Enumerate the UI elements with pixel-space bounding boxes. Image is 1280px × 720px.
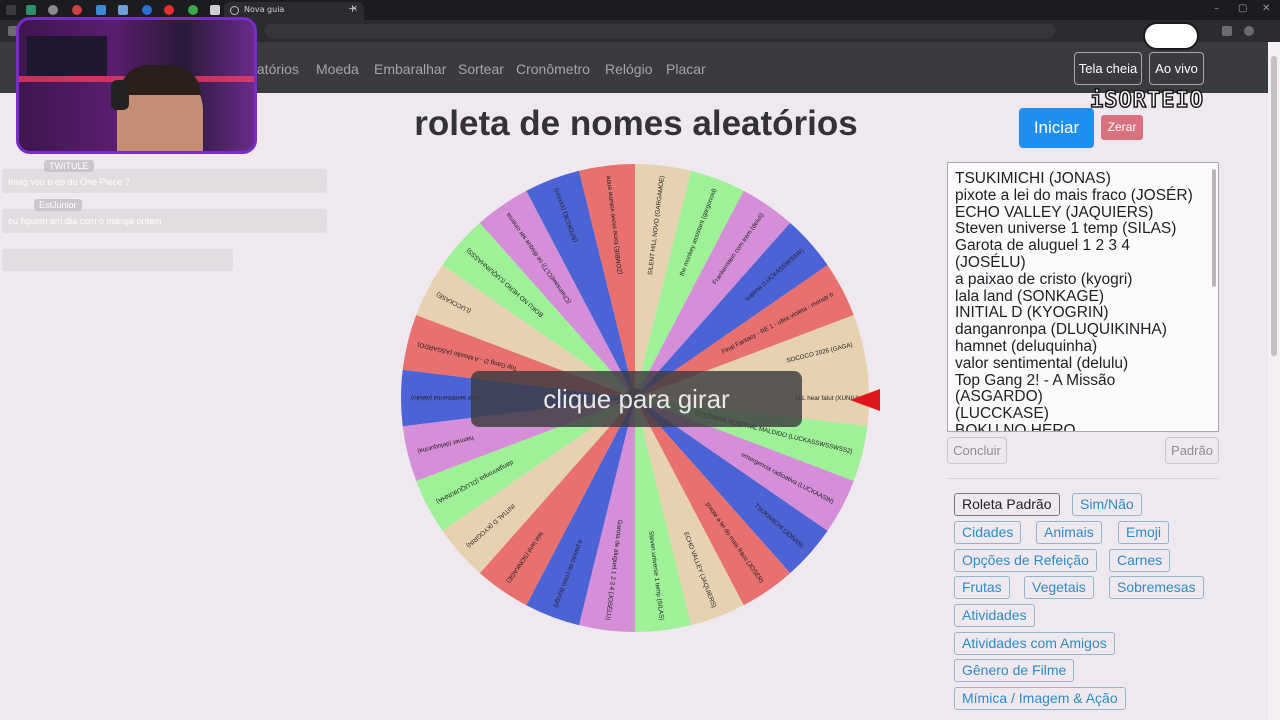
nav-item-cronometro[interactable]: Cronômetro [516, 61, 590, 77]
preset-desserts[interactable]: Sobremesas [1109, 576, 1204, 599]
tab-title: Nova guia [244, 5, 285, 14]
globe-icon [230, 6, 239, 15]
done-button[interactable]: Concluir [947, 437, 1007, 464]
nav-item-relogio[interactable]: Relógio [605, 61, 652, 77]
preset-meal-options[interactable]: Opções de Refeição [954, 549, 1097, 572]
chat-message-text: eu fiquem em dia com o mangá ontem [8, 216, 162, 226]
page-scrollbar[interactable] [1268, 42, 1280, 720]
divider [947, 478, 1219, 479]
tab-favicon-icon[interactable] [118, 5, 128, 15]
isorteio-logo: iSORTEIO [1089, 87, 1204, 114]
tab-favicon-icon[interactable] [48, 5, 58, 15]
spin-button[interactable]: clique para girar [471, 371, 802, 427]
preset-charades[interactable]: Mímica / Imagem & Ação [954, 687, 1126, 710]
preset-meats[interactable]: Carnes [1109, 549, 1171, 572]
names-text: TSUKIMICHI (JONAS) pixote a lei do mais … [955, 170, 1193, 432]
preset-activities[interactable]: Atividades [954, 604, 1035, 627]
profile-icon[interactable] [1244, 26, 1254, 36]
wheel-pointer-icon [850, 389, 880, 411]
preset-fruits[interactable]: Frutas [954, 576, 1010, 599]
tab-favicon-icon[interactable] [72, 5, 82, 15]
webcam-shelf [27, 36, 107, 76]
chat-username: TWITULE [44, 160, 94, 172]
chat-message: Imag vou o ep do One Piece ? [2, 169, 327, 193]
preset-yes-no[interactable]: Sim/Não [1072, 493, 1142, 516]
close-window-button[interactable]: ✕ [1262, 3, 1270, 14]
tab-favicon-icon[interactable] [142, 5, 152, 15]
preset-vegetables[interactable]: Vegetais [1024, 576, 1094, 599]
scrollbar-thumb[interactable] [1271, 56, 1277, 356]
tab-favicon-icon[interactable] [96, 5, 106, 15]
webcam-overlay [16, 17, 257, 154]
chat-message [2, 249, 233, 271]
nav-item-embaralhar[interactable]: Embaralhar [374, 61, 446, 77]
fullscreen-button[interactable]: Tela cheia [1074, 52, 1142, 85]
headset-icon [111, 80, 129, 110]
streamer-hair [119, 65, 201, 95]
preset-emoji[interactable]: Emoji [1118, 521, 1170, 544]
chat-username: EstJunior [34, 199, 82, 211]
chat-message-text: Imag vou o ep do One Piece ? [8, 177, 130, 187]
preset-animals[interactable]: Animais [1036, 521, 1102, 544]
live-button[interactable]: Ao vivo [1149, 52, 1204, 85]
preset-default-wheel[interactable]: Roleta Padrão [954, 493, 1060, 516]
start-button[interactable]: Iniciar [1019, 108, 1094, 148]
nav-item-placar[interactable]: Placar [666, 61, 706, 77]
tab-favicon-icon[interactable] [26, 5, 36, 15]
extension-icon[interactable] [1222, 26, 1232, 36]
page-title: roleta de nomes aleatórios [414, 104, 858, 143]
address-bar[interactable] [265, 24, 1055, 38]
controller-icon [1143, 22, 1199, 50]
names-textarea[interactable]: TSUKIMICHI (JONAS) pixote a lei do mais … [947, 162, 1219, 432]
preset-activities-friends[interactable]: Atividades com Amigos [954, 632, 1115, 655]
nav-item-moeda[interactable]: Moeda [316, 61, 359, 77]
clear-button[interactable]: Zerar [1101, 115, 1143, 140]
preset-movie-genre[interactable]: Gênero de Filme [954, 659, 1075, 682]
maximize-button[interactable]: ▢ [1238, 3, 1247, 14]
textarea-scrollbar[interactable] [1212, 169, 1216, 287]
new-tab-button[interactable]: + [348, 2, 357, 15]
nav-item-sortear[interactable]: Sortear [458, 61, 504, 77]
tab-favicon-icon[interactable] [188, 5, 198, 15]
tab-favicon-icon[interactable] [164, 5, 174, 15]
chat-message: eu fiquem em dia com o mangá ontem [2, 209, 327, 233]
tab-favicon-icon[interactable] [6, 5, 16, 15]
preset-cities[interactable]: Cidades [954, 521, 1022, 544]
default-button[interactable]: Padrão [1165, 437, 1219, 464]
minimize-button[interactable]: – [1214, 3, 1219, 14]
tab-favicon-icon[interactable] [210, 5, 220, 15]
